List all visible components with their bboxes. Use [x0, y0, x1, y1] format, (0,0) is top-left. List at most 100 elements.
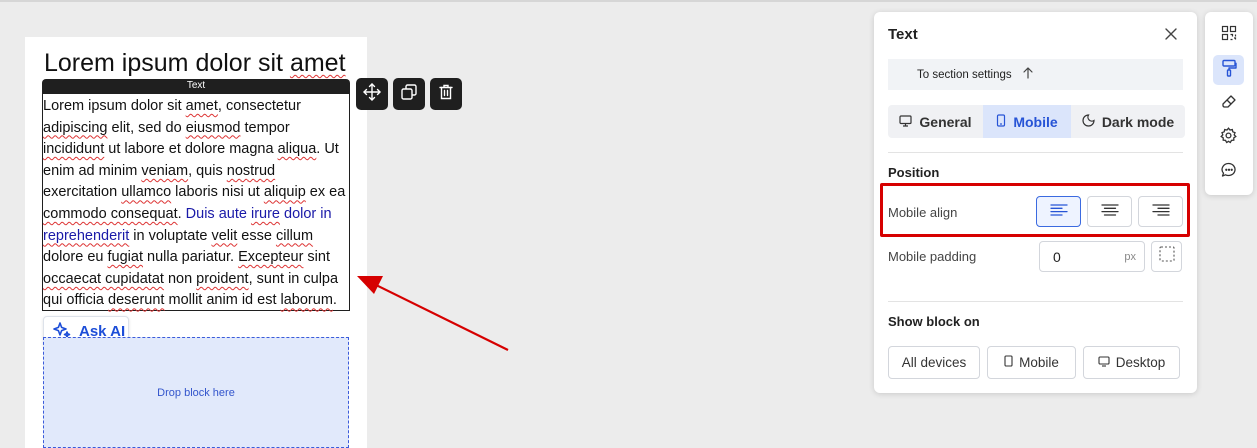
body-text-run: Lorem ipsum dolor sit	[43, 98, 186, 114]
divider	[888, 152, 1183, 153]
show-desktop-label: Desktop	[1115, 355, 1166, 370]
email-canvas: Lorem ipsum dolor sit amet Text Lorem ip…	[25, 37, 367, 448]
rail-qr-button[interactable]	[1213, 20, 1244, 50]
body-text-run: .	[332, 292, 337, 309]
duplicate-icon	[400, 83, 418, 106]
body-text-run: ex ea	[305, 184, 346, 201]
divider	[888, 301, 1183, 302]
body-text-run: in voluptate	[129, 227, 212, 244]
body-link-text[interactable]: Duis aute	[186, 206, 251, 222]
mobile-padding-field[interactable]: px	[1039, 241, 1145, 272]
body-link-text[interactable]: irure	[251, 206, 280, 222]
mobile-padding-input[interactable]	[1053, 248, 1123, 265]
chat-icon	[1220, 162, 1237, 183]
body-text-run: aliquip	[263, 184, 306, 201]
align-left-icon	[1049, 203, 1068, 221]
body-text-run: nulla pariatur.	[142, 249, 239, 266]
gear-icon	[1220, 127, 1237, 149]
body-text-run: amet	[185, 98, 218, 114]
tab-mobile-label: Mobile	[1013, 113, 1058, 130]
heading-text-misspelled: amet	[289, 49, 346, 77]
body-text-run: sint	[303, 249, 330, 266]
close-button[interactable]	[1161, 26, 1181, 46]
body-text-run: , consectetur	[217, 98, 301, 114]
body-text-run: ut labore et dolore magna	[104, 141, 278, 158]
show-block-heading: Show block on	[888, 314, 980, 329]
block-toolbar	[356, 78, 462, 110]
arrow-up-icon	[1022, 67, 1034, 82]
delete-button[interactable]	[430, 78, 462, 110]
top-rule	[0, 0, 1257, 2]
rail-comments-button[interactable]	[1213, 157, 1244, 187]
padding-unit: px	[1124, 250, 1136, 263]
body-text-run: Excepteur	[238, 249, 304, 266]
align-center-button[interactable]	[1087, 196, 1132, 227]
monitor-icon	[899, 114, 913, 130]
body-text-run: non	[163, 270, 197, 287]
body-link-text[interactable]: reprehenderit	[43, 228, 129, 244]
section-link-label: To section settings	[917, 68, 1012, 81]
close-icon	[1165, 27, 1177, 45]
tab-general[interactable]: General	[888, 105, 983, 138]
move-button[interactable]	[356, 78, 388, 110]
align-right-button[interactable]	[1138, 196, 1183, 227]
right-tool-rail	[1205, 12, 1253, 195]
monitor-icon	[1098, 355, 1110, 370]
trash-icon	[437, 83, 455, 106]
align-center-icon	[1100, 203, 1119, 221]
heading-block[interactable]: Lorem ipsum dolor sit amet	[44, 49, 346, 78]
rail-eraser-button[interactable]	[1213, 89, 1244, 119]
dashed-square-icon	[1158, 246, 1175, 267]
to-section-settings-link[interactable]: To section settings	[888, 59, 1183, 90]
mobile-padding-label: Mobile padding	[888, 249, 977, 264]
body-text-run: .	[177, 205, 186, 222]
body-text-run: tempor	[240, 119, 290, 136]
body-text-run: , quis	[188, 162, 227, 179]
body-text-run: occaecat cupidatat	[43, 270, 164, 287]
show-all-devices-button[interactable]: All devices	[888, 346, 980, 379]
body-text-run: esse	[237, 227, 276, 244]
tab-dark-mode[interactable]: Dark mode	[1071, 105, 1185, 138]
show-desktop-button[interactable]: Desktop	[1083, 346, 1180, 379]
rail-settings-button[interactable]	[1213, 123, 1244, 153]
align-right-icon	[1151, 203, 1170, 221]
tab-general-label: General	[919, 113, 972, 130]
body-text-run: laborum	[280, 292, 333, 309]
selected-text-block[interactable]: Lorem ipsum dolor sit amet, consectetur …	[42, 93, 350, 311]
body-text-run: proident	[196, 270, 249, 287]
align-left-button[interactable]	[1036, 196, 1081, 227]
padding-sides-toggle[interactable]	[1151, 241, 1182, 272]
rail-style-button[interactable]	[1213, 55, 1244, 85]
paint-roller-icon	[1221, 59, 1237, 82]
panel-title: Text	[888, 26, 918, 43]
phone-icon	[996, 113, 1006, 130]
text-block-content[interactable]: Lorem ipsum dolor sit amet, consectetur …	[43, 96, 349, 312]
position-heading: Position	[888, 165, 940, 180]
tab-dark-mode-label: Dark mode	[1101, 113, 1175, 130]
moon-icon	[1082, 113, 1095, 130]
body-text-run: ullamco	[121, 184, 172, 201]
body-text-run: velit	[211, 227, 238, 244]
body-text-run: cillum	[275, 227, 314, 244]
body-text-run: aliqua	[277, 141, 317, 158]
body-link-text[interactable]: dolor in	[280, 206, 332, 222]
body-text-run: nostrud	[226, 162, 276, 179]
body-text-run: laboris nisi ut	[171, 184, 264, 201]
phone-icon	[1004, 355, 1013, 370]
body-text-run: veniam	[141, 162, 189, 179]
body-text-run: eiusmod	[185, 119, 241, 136]
move-icon	[362, 82, 382, 107]
block-settings-panel: Text To section settings General Mobile …	[874, 12, 1197, 393]
body-text-run: commodo consequat	[43, 205, 178, 222]
tab-mobile[interactable]: Mobile	[983, 105, 1071, 138]
block-type-tag: Text	[42, 79, 350, 93]
show-mobile-button[interactable]: Mobile	[987, 346, 1076, 379]
qr-code-icon	[1221, 25, 1237, 46]
drop-zone[interactable]: Drop block here	[43, 337, 349, 448]
body-text-run: elit, sed do	[107, 119, 186, 136]
drop-zone-label: Drop block here	[157, 386, 235, 399]
body-text-run: adipiscing	[43, 119, 108, 136]
duplicate-button[interactable]	[393, 78, 425, 110]
body-text-run: mollit anim id est	[164, 292, 281, 309]
mobile-align-label: Mobile align	[888, 205, 958, 220]
